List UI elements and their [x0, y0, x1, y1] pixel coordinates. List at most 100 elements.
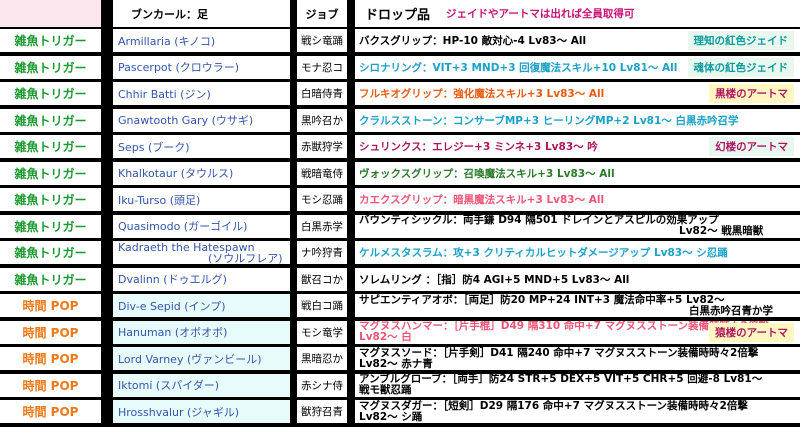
mob-name-cell[interactable]: Iktomi (スパイダー) [113, 373, 290, 397]
row-type: 雑魚トリガー [0, 188, 101, 211]
mob-name-cell[interactable]: Gnawtooth Gary (ウサギ) [113, 108, 290, 132]
header-drop-cell: ドロップ品 ジェイドやアートマは出れば全員取得可 [355, 0, 800, 27]
mob-name-cell[interactable]: Iku-Turso (頭足) [113, 188, 290, 211]
row-type-label: 時間 POP [22, 299, 79, 313]
row-type: 雑魚トリガー [0, 135, 101, 158]
mob-name[interactable]: Iku-Turso (頭足) [118, 192, 200, 208]
mob-name-cell[interactable]: Lord Varney (ヴァンビール) [113, 347, 290, 370]
mob-name-cell[interactable]: Armillaria (キノコ) [113, 29, 290, 52]
drop-item-cont: Lv82～ 白 [359, 331, 412, 343]
drop-item-cont: Lv82～ 赤ナ青 [359, 357, 433, 370]
table-row: 雑魚トリガー Pascerpot (クロウラー) モナ忍コ シロナリング：VIT+3 … [0, 55, 800, 80]
mob-name[interactable]: Pascerpot (クロウラー) [118, 59, 239, 75]
header-mob-label: ブンカール：足 [131, 7, 208, 21]
row-type: 雑魚トリガー [0, 108, 101, 132]
header-drop-label: ドロップ品 [365, 8, 431, 23]
mob-name-cell[interactable]: Div-e Sepid (インプ) [113, 294, 290, 317]
mob-name[interactable]: Khalkotaur (タウルス) [118, 165, 233, 181]
drop-cell: ソレムリング ：［指］防4 AGI+5 MND+5 Lv83～ All [355, 267, 800, 291]
drop-cell: クラルスストーン：コンサーブMP+3 ヒーリングMP+2 Lv81～ 白黒赤吟召… [355, 108, 800, 132]
mob-name[interactable]: Quasimodo (ガーゴイル) [118, 218, 247, 234]
job-cell: 赤シナ侍 [297, 373, 347, 397]
row-type-label: 雑魚トリガー [14, 140, 87, 154]
job-list: モシ忍踊 [301, 194, 343, 206]
job-cell: ナ吟狩青 [297, 241, 347, 264]
header-job-label: ジョブ [305, 7, 339, 21]
drop-cell: マグヌスダガー：［短剣］D29 隔176 命中+7 マグヌスストーン装備時時々2… [355, 400, 800, 423]
job-cell: モナ忍コ [297, 55, 347, 79]
mob-name-cell[interactable]: Chhir Batti (ジン) [113, 82, 290, 105]
job-list: 黒暗忍か [301, 353, 343, 365]
reward-badge-label: 幻楼のアートマ [715, 141, 788, 153]
mob-name[interactable]: Chhir Batti (ジン) [118, 86, 211, 102]
job-cell: 獣召コか [297, 267, 347, 291]
table-row: 雑魚トリガー Chhir Batti (ジン) 白暗侍青 フルキオグリップ：強化魔法ス… [0, 82, 800, 106]
drop-item: ケルメスタスラム：攻+3 クリティカルヒットダメージアップ Lv83～ シ忍踊 [359, 247, 728, 259]
reward-badge: 猿楼のアートマ [709, 322, 794, 342]
job-cell: モシ忍踊 [297, 188, 347, 211]
drop-cell: サピエンティアオボ：［両足］防20 MP+24 INT+3 魔法命中率+5 Lv… [355, 294, 800, 317]
mob-name-cell[interactable]: Quasimodo (ガーゴイル) [113, 214, 290, 238]
table-row: 雑魚トリガー Seps (ブーク) 赤獣狩学 シュリンクス：エレジー+3 ミンネ+3 … [0, 135, 800, 159]
drop-cell: アンブルグローブ：［両手］防24 STR+5 DEX+5 VIT+5 CHR+5… [355, 373, 800, 397]
mob-name[interactable]: Lord Varney (ヴァンビール) [118, 351, 262, 367]
row-type: 時間 POP [0, 294, 101, 317]
mob-name-cell[interactable]: Hrosshvalur (ジャギル) [113, 400, 290, 423]
mob-name[interactable]: Hanuman (オボオボ) [118, 324, 227, 340]
mob-name[interactable]: Kadraeth the Hatespawn [118, 242, 255, 253]
job-list: 獣召コか [301, 273, 343, 286]
job-cell: 黒吟召か [297, 108, 347, 132]
row-type: 雑魚トリガー [0, 55, 101, 79]
mob-name[interactable]: Gnawtooth Gary (ウサギ) [118, 112, 253, 128]
row-type: 雑魚トリガー [0, 29, 101, 52]
mob-name-sub[interactable]: (ソウルフレア) [118, 253, 283, 264]
mob-name[interactable]: Hrosshvalur (ジャギル) [118, 404, 239, 420]
mob-name[interactable]: Armillaria (キノコ) [118, 33, 215, 49]
table-row: 時間 POP Hanuman (オボオボ) モシ竜学 マグヌスハンマー：［片手棍］D4… [0, 320, 800, 345]
header-type-cell [0, 0, 101, 27]
row-type-label: 雑魚トリガー [14, 219, 87, 234]
job-list: モシ竜学 [301, 326, 343, 339]
row-type: 時間 POP [0, 400, 101, 423]
row-type: 雑魚トリガー [0, 241, 101, 264]
table-row: 雑魚トリガー Gnawtooth Gary (ウサギ) 黒吟召か クラルスストーン：コ… [0, 108, 800, 133]
mob-name-cell[interactable]: Pascerpot (クロウラー) [113, 55, 290, 79]
drop-item: マグヌスハンマー：［片手棍］D49 隔310 命中+7 マグヌスストーン装備時時… [359, 320, 769, 332]
drop-cell: ケルメスタスラム：攻+3 クリティカルヒットダメージアップ Lv83～ シ忍踊 [355, 241, 800, 264]
mob-name[interactable]: Div-e Sepid (インプ) [118, 298, 226, 314]
mob-name-cell[interactable]: Kadraeth the Hatespawn (ソウルフレア) [113, 241, 290, 264]
drop-item: バクスグリップ：HP-10 敵対心-4 Lv83～ All [359, 35, 587, 47]
header-note: ジェイドやアートマは出れば全員取得可 [446, 8, 635, 20]
mob-name-cell[interactable]: Hanuman (オボオボ) [113, 320, 290, 344]
table-row: 時間 POP Iktomi (スパイダー) 赤シナ侍 アンブルグローブ：［両手］防24… [0, 373, 800, 398]
mob-name-cell[interactable]: Dvalinn (ドゥエルグ) [113, 267, 290, 291]
drop-item: シュリンクス：エレジー+3 ミンネ+3 Lv83～ 吟 [359, 141, 598, 153]
drop-item-cont: 戦モ獣忍踊 [359, 384, 412, 396]
reward-badge-label: 黒楼のアートマ [715, 88, 788, 100]
drop-cell: マグヌスソード：［片手剣］D41 隔240 命中+7 マグヌスストーン装備時時々… [355, 347, 800, 370]
row-type: 雑魚トリガー [0, 267, 101, 291]
mob-name[interactable]: Seps (ブーク) [118, 139, 190, 155]
row-type: 雑魚トリガー [0, 161, 101, 185]
drop-item: フルキオグリップ：強化魔法スキル+3 Lv83～ All [359, 88, 605, 100]
job-list: モナ忍コ [301, 61, 343, 74]
drop-item: シロナリング：VIT+3 MND+3 回復魔法スキル+10 Lv81～ All [359, 61, 678, 74]
mob-name-cell[interactable]: Khalkotaur (タウルス) [113, 161, 290, 185]
row-type-label: 時間 POP [22, 378, 79, 393]
row-type-label: 雑魚トリガー [14, 166, 87, 181]
mob-name-cell[interactable]: Seps (ブーク) [113, 135, 290, 158]
drop-item: ソレムリング ：［指］防4 AGI+5 MND+5 Lv83～ All [359, 273, 630, 286]
reward-badge-label: 魂体の紅色ジェイド [693, 61, 789, 74]
mob-name[interactable]: Dvalinn (ドゥエルグ) [118, 271, 227, 287]
drop-item-cont: Lv82～ 戦黒暗獣 [679, 225, 764, 237]
job-list: 戦白コ踊 [301, 300, 343, 312]
job-cell: 戦白コ踊 [297, 294, 347, 317]
table-row: 雑魚トリガー Kadraeth the Hatespawn (ソウルフレア) ナ吟狩青… [0, 241, 800, 265]
reward-badge: 魂体の紅色ジェイド [687, 57, 794, 77]
table-row: 雑魚トリガー Khalkotaur (タウルス) 戦暗竜侍 ヴォックスグリップ：召喚魔… [0, 161, 800, 186]
job-list: 赤獣狩学 [301, 141, 343, 153]
row-type: 雑魚トリガー [0, 214, 101, 238]
row-type-label: 雑魚トリガー [14, 272, 87, 287]
header-mob-cell: ブンカール：足 [113, 0, 290, 27]
mob-name[interactable]: Iktomi (スパイダー) [118, 377, 219, 393]
